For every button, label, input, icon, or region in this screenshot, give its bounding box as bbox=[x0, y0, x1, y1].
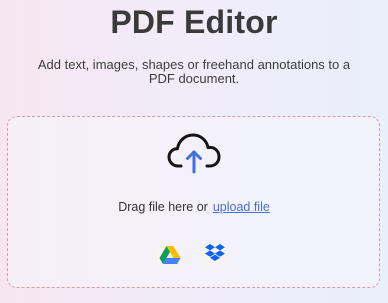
dropbox-button[interactable] bbox=[200, 242, 230, 272]
page-subtitle: Add text, images, shapes or freehand ann… bbox=[37, 57, 351, 86]
page-title: PDF Editor bbox=[110, 4, 278, 40]
dropbox-icon bbox=[204, 244, 226, 270]
drag-instructions: Drag file here or upload file bbox=[0, 200, 388, 214]
google-drive-icon bbox=[159, 245, 181, 270]
cloud-upload-icon bbox=[167, 131, 221, 175]
drag-text: Drag file here or bbox=[118, 200, 208, 214]
upload-file-link[interactable]: upload file bbox=[213, 200, 270, 214]
google-drive-button[interactable] bbox=[155, 242, 185, 272]
